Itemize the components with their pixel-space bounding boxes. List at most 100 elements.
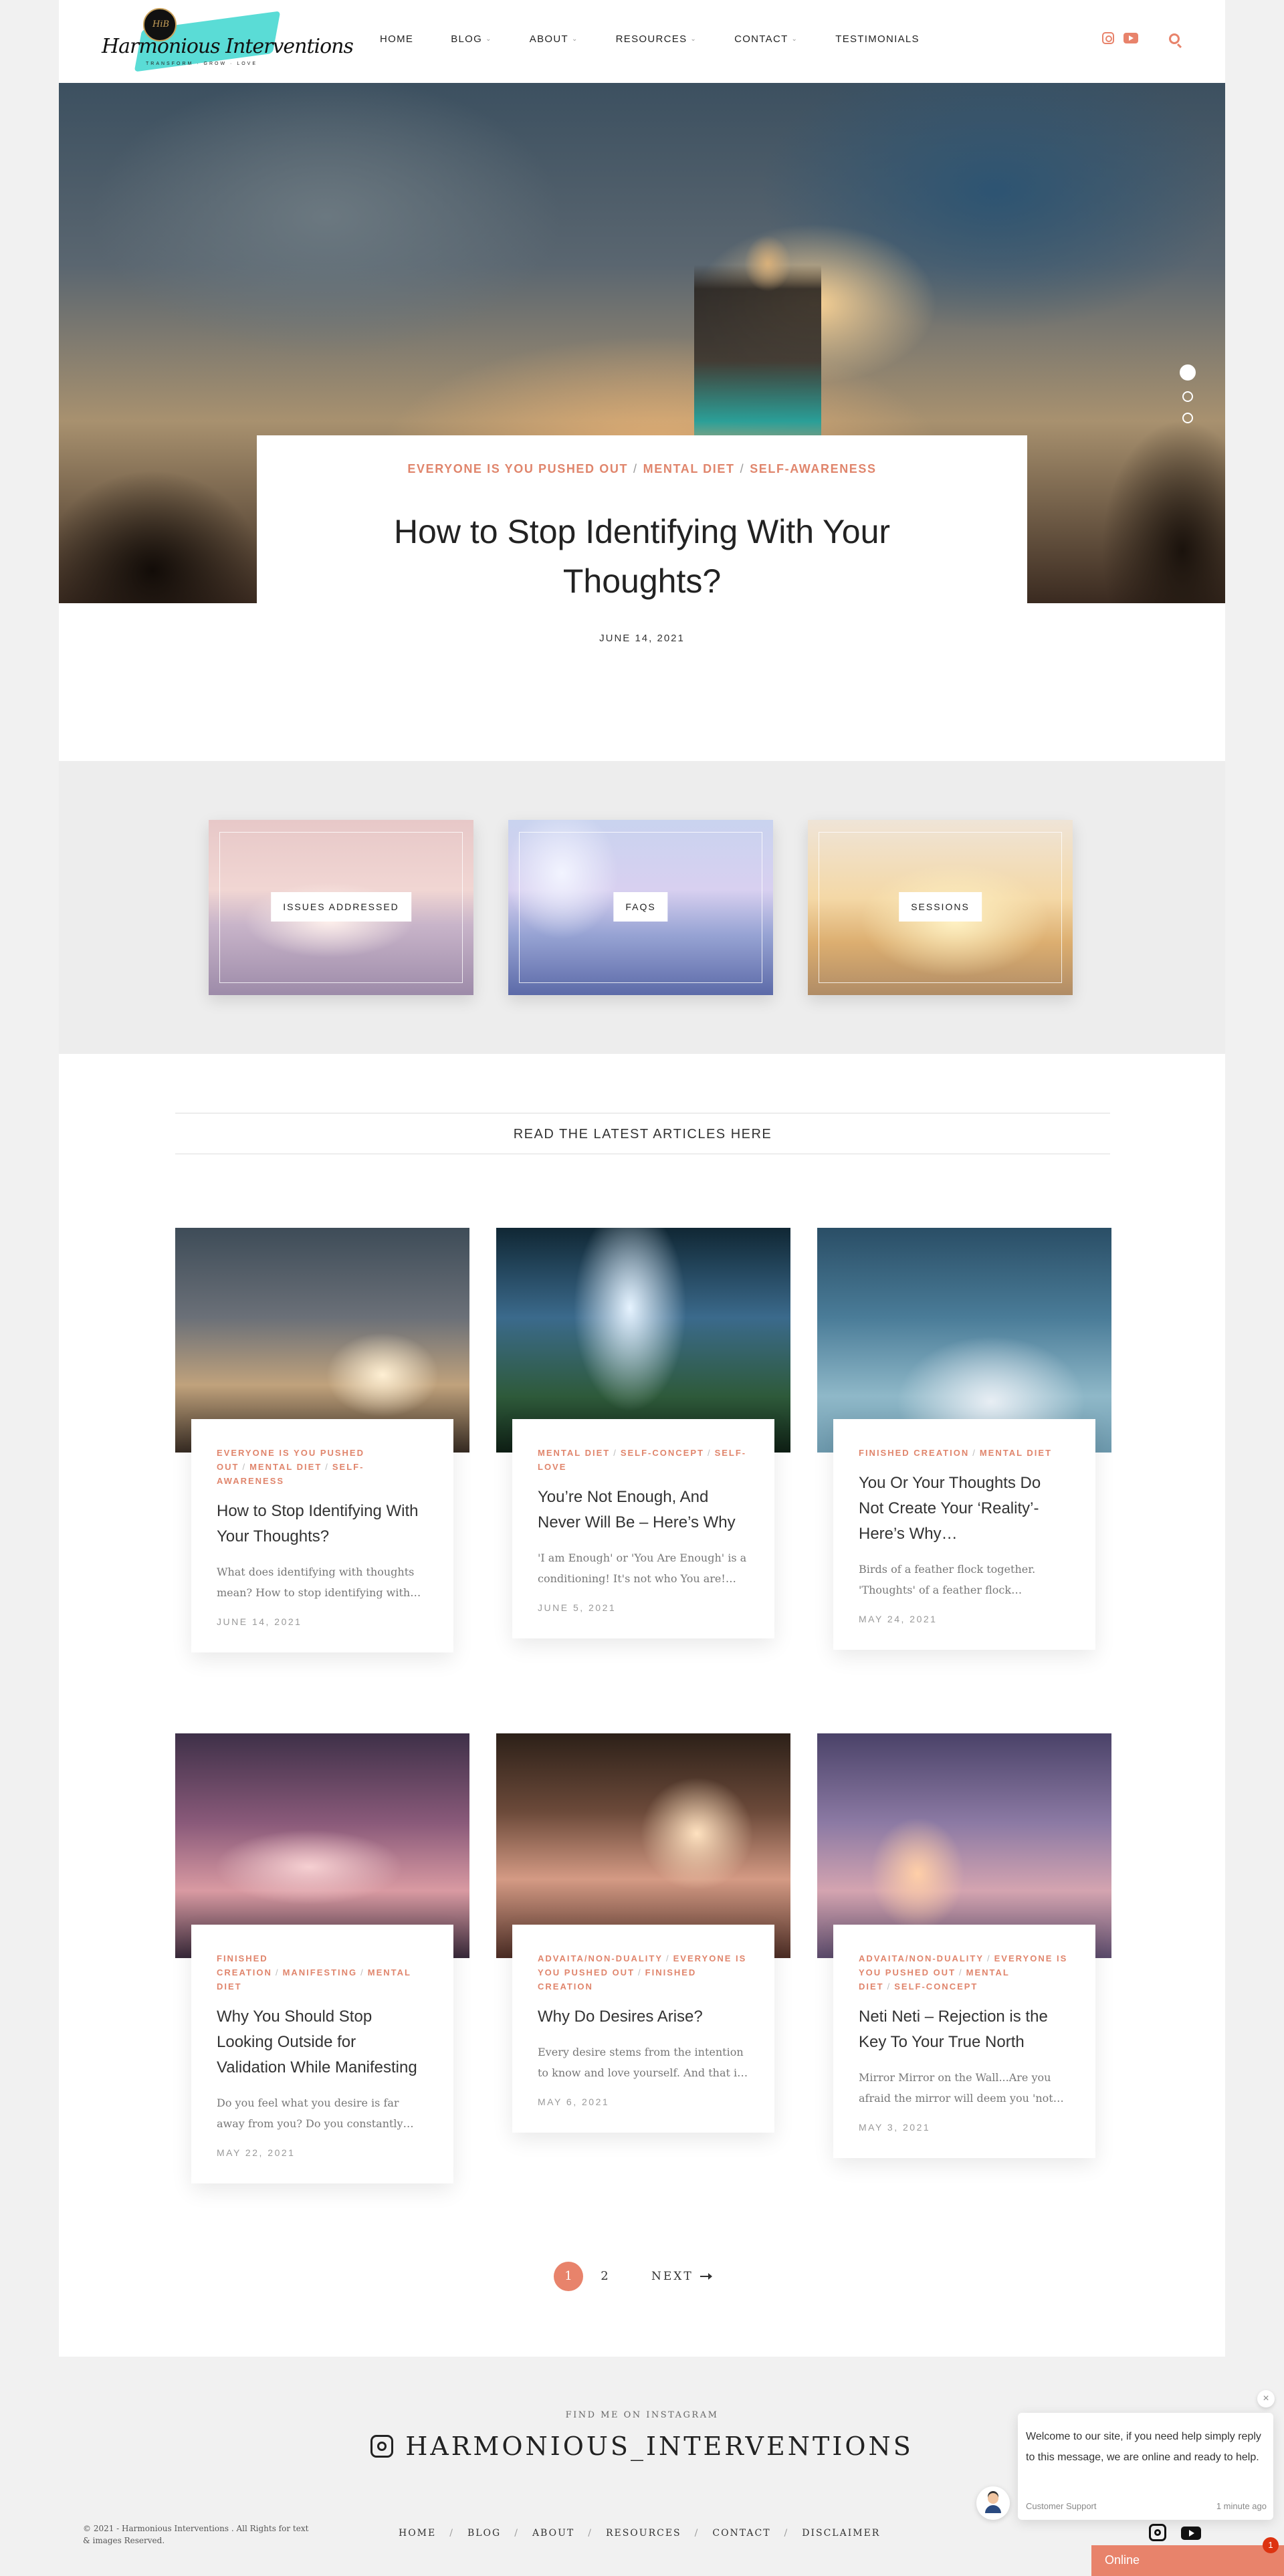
post-excerpt: What does identifying with thoughts mean… bbox=[217, 1566, 421, 1599]
nav-item-home[interactable]: HOME bbox=[380, 33, 413, 45]
post-categories: ADVAITA/NON-DUALITY / EVERYONE IS YOU PUSH… bbox=[538, 1953, 747, 1992]
post-categories: MENTAL DIET / SELF-CONCEPT / SELF-LOVE bbox=[538, 1448, 747, 1472]
post-excerpt: 'I am Enough' or 'You Are Enough' is a c… bbox=[538, 1551, 747, 1585]
footer-link-resources[interactable]: RESOURCES bbox=[606, 2528, 681, 2539]
post-date: MAY 22, 2021 bbox=[217, 2147, 296, 2158]
logo-name: Harmonious Interventions bbox=[102, 35, 354, 58]
nav-label: TESTIMONIALS bbox=[835, 33, 920, 45]
chevron-down-icon: ⌄ bbox=[791, 35, 798, 43]
feature-label[interactable]: FAQS bbox=[613, 892, 668, 922]
feature-sessions[interactable]: SESSIONS bbox=[808, 820, 1073, 995]
footer-link-blog[interactable]: BLOG bbox=[467, 2528, 501, 2539]
nav-label: RESOURCES bbox=[615, 33, 687, 45]
footer-link-about[interactable]: ABOUT bbox=[532, 2528, 574, 2539]
instagram-icon[interactable] bbox=[1149, 2524, 1166, 2541]
post-title[interactable]: You’re Not Enough, And Never Will Be – H… bbox=[538, 1485, 749, 1535]
post-category-link[interactable]: SELF-CONCEPT bbox=[621, 1448, 704, 1458]
slider-dot-3[interactable] bbox=[1182, 413, 1193, 423]
post-category-link[interactable]: FINISHED CREATION bbox=[217, 1953, 272, 1977]
post-categories: ADVAITA/NON-DUALITY / EVERYONE IS YOU PUSH… bbox=[859, 1953, 1068, 1992]
chat-message: Welcome to our site, if you need help si… bbox=[1026, 2431, 1261, 2463]
chat-time: 1 minute ago bbox=[1216, 2501, 1267, 2511]
nav-item-resources[interactable]: RESOURCES ⌄ bbox=[616, 33, 697, 45]
footer-link-disclaimer[interactable]: DISCLAIMER bbox=[802, 2528, 880, 2539]
post-category-link[interactable]: SELF-CONCEPT bbox=[894, 1981, 978, 1992]
post-category-link[interactable]: MENTAL DIET bbox=[980, 1448, 1052, 1458]
post-item: FINISHED CREATION / MANIFESTING / MENTAL DIE… bbox=[175, 1733, 469, 2183]
copyright: © 2021 - Harmonious Interventions . All … bbox=[83, 2524, 309, 2545]
post-card: FINISHED CREATION / MENTAL DIET You Or Your… bbox=[833, 1419, 1095, 1650]
footer-link-contact[interactable]: CONTACT bbox=[712, 2528, 770, 2539]
hero-category-link[interactable]: MENTAL DIET bbox=[643, 462, 735, 475]
chat-unread-badge: 1 bbox=[1263, 2537, 1279, 2553]
hero-post-title[interactable]: How to Stop Identifying With Your Though… bbox=[374, 507, 909, 606]
youtube-icon[interactable] bbox=[1124, 33, 1138, 43]
site-header: HiB Harmonious Interventions TRANSFORM ·… bbox=[59, 0, 1225, 83]
post-category-link[interactable]: MANIFESTING bbox=[283, 1967, 358, 1977]
post-category-link[interactable]: MENTAL DIET bbox=[249, 1462, 322, 1472]
post-card: ADVAITA/NON-DUALITY / EVERYONE IS YOU PUSH… bbox=[833, 1925, 1095, 2158]
post-category-link[interactable]: ADVAITA/NON-DUALITY bbox=[859, 1953, 984, 1963]
post-category-link[interactable]: FINISHED CREATION bbox=[859, 1448, 969, 1458]
instagram-icon[interactable] bbox=[1102, 32, 1114, 44]
hero-category-link[interactable]: SELF-AWARENESS bbox=[750, 462, 876, 475]
hero-post-card: EVERYONE IS YOU PUSHED OUT / MENTAL DIET / S… bbox=[257, 435, 1027, 656]
post-excerpt: Mirror Mirror on the Wall...Are you afra… bbox=[859, 2071, 1064, 2105]
chat-close-icon[interactable]: × bbox=[1257, 2390, 1275, 2407]
feature-issues-addressed[interactable]: ISSUES ADDRESSED bbox=[209, 820, 473, 995]
next-page-button[interactable]: NEXT bbox=[651, 2270, 712, 2283]
nav-item-testimonials[interactable]: TESTIMONIALS bbox=[835, 33, 920, 45]
main-nav: HOME BLOG ⌄ ABOUT ⌄ RESOURCES ⌄ CONTACT ⌄ TESTIMO… bbox=[380, 33, 957, 45]
nav-item-contact[interactable]: CONTACT ⌄ bbox=[734, 33, 798, 45]
hero-categories: EVERYONE IS YOU PUSHED OUT / MENTAL DIET / S… bbox=[407, 462, 877, 475]
latest-articles-heading: READ THE LATEST ARTICLES HERE bbox=[175, 1113, 1110, 1154]
chat-message-bubble[interactable]: Welcome to our site, if you need help si… bbox=[1018, 2413, 1273, 2520]
hero-category-link[interactable]: EVERYONE IS YOU PUSHED OUT bbox=[407, 462, 628, 475]
post-item: ADVAITA/NON-DUALITY / EVERYONE IS YOU PUSH… bbox=[817, 1733, 1111, 2158]
slider-dot-1[interactable] bbox=[1180, 364, 1196, 381]
post-excerpt: Do you feel what you desire is far away … bbox=[217, 2097, 414, 2130]
slider-dot-2[interactable] bbox=[1182, 391, 1193, 402]
hero-grass-right bbox=[1062, 350, 1225, 603]
post-categories: FINISHED CREATION / MANIFESTING / MENTAL DIE… bbox=[217, 1953, 411, 1992]
site-logo[interactable]: HiB Harmonious Interventions TRANSFORM ·… bbox=[99, 5, 354, 79]
page: HiB Harmonious Interventions TRANSFORM ·… bbox=[59, 0, 1225, 2576]
chat-agent-avatar bbox=[976, 2486, 1010, 2520]
post-title[interactable]: You Or Your Thoughts Do Not Create Your … bbox=[859, 1471, 1070, 1547]
chat-open-bar[interactable]: Online bbox=[1091, 2545, 1284, 2576]
post-category-link[interactable]: MENTAL DIET bbox=[538, 1448, 610, 1458]
post-card: ADVAITA/NON-DUALITY / EVERYONE IS YOU PUSH… bbox=[512, 1925, 774, 2133]
feature-faqs[interactable]: FAQS bbox=[508, 820, 773, 995]
post-title[interactable]: Why You Should Stop Looking Outside for … bbox=[217, 2004, 428, 2080]
post-card: MENTAL DIET / SELF-CONCEPT / SELF-LOVE You’re… bbox=[512, 1419, 774, 1638]
post-card: EVERYONE IS YOU PUSHED OUT / MENTAL DIET / S… bbox=[191, 1419, 453, 1652]
header-social bbox=[1102, 32, 1138, 44]
post-date: MAY 24, 2021 bbox=[859, 1614, 938, 1624]
instagram-handle: HARMONIOUS_INTERVENTIONS bbox=[405, 2432, 914, 2461]
post-categories: FINISHED CREATION / MENTAL DIET bbox=[859, 1448, 1053, 1458]
chat-meta: Customer Support 1 minute ago bbox=[1026, 2501, 1267, 2511]
post-item: MENTAL DIET / SELF-CONCEPT / SELF-LOVE You’re… bbox=[496, 1228, 790, 1638]
footer-nav: HOME / BLOG / ABOUT / RESOURCES / CONTACT / DISCLA… bbox=[399, 2528, 880, 2539]
post-category-link[interactable]: ADVAITA/NON-DUALITY bbox=[538, 1953, 663, 1963]
page-2-button[interactable]: 2 bbox=[590, 2262, 619, 2291]
search-icon[interactable] bbox=[1169, 33, 1180, 44]
pagination: 1 2 NEXT bbox=[554, 2262, 712, 2291]
footer-nav-separator: / bbox=[694, 2528, 700, 2539]
footer-link-home[interactable]: HOME bbox=[399, 2528, 436, 2539]
page-1-button[interactable]: 1 bbox=[554, 2262, 583, 2291]
next-page-label: NEXT bbox=[651, 2270, 693, 2283]
post-title[interactable]: How to Stop Identifying With Your Though… bbox=[217, 1499, 428, 1549]
post-title[interactable]: Neti Neti – Rejection is the Key To Your… bbox=[859, 2004, 1070, 2055]
nav-label: ABOUT bbox=[529, 33, 568, 45]
youtube-icon[interactable] bbox=[1181, 2527, 1201, 2540]
post-item: ADVAITA/NON-DUALITY / EVERYONE IS YOU PUSH… bbox=[496, 1733, 790, 2133]
feature-label[interactable]: ISSUES ADDRESSED bbox=[271, 892, 411, 922]
post-title[interactable]: Why Do Desires Arise? bbox=[538, 2004, 749, 2030]
nav-item-about[interactable]: ABOUT ⌄ bbox=[530, 33, 578, 45]
feature-label[interactable]: SESSIONS bbox=[899, 892, 982, 922]
post-item: FINISHED CREATION / MENTAL DIET You Or Your… bbox=[817, 1228, 1111, 1650]
chevron-down-icon: ⌄ bbox=[486, 35, 492, 43]
nav-item-blog[interactable]: BLOG ⌄ bbox=[451, 33, 492, 45]
hero-post-date: JUNE 14, 2021 bbox=[599, 633, 685, 644]
